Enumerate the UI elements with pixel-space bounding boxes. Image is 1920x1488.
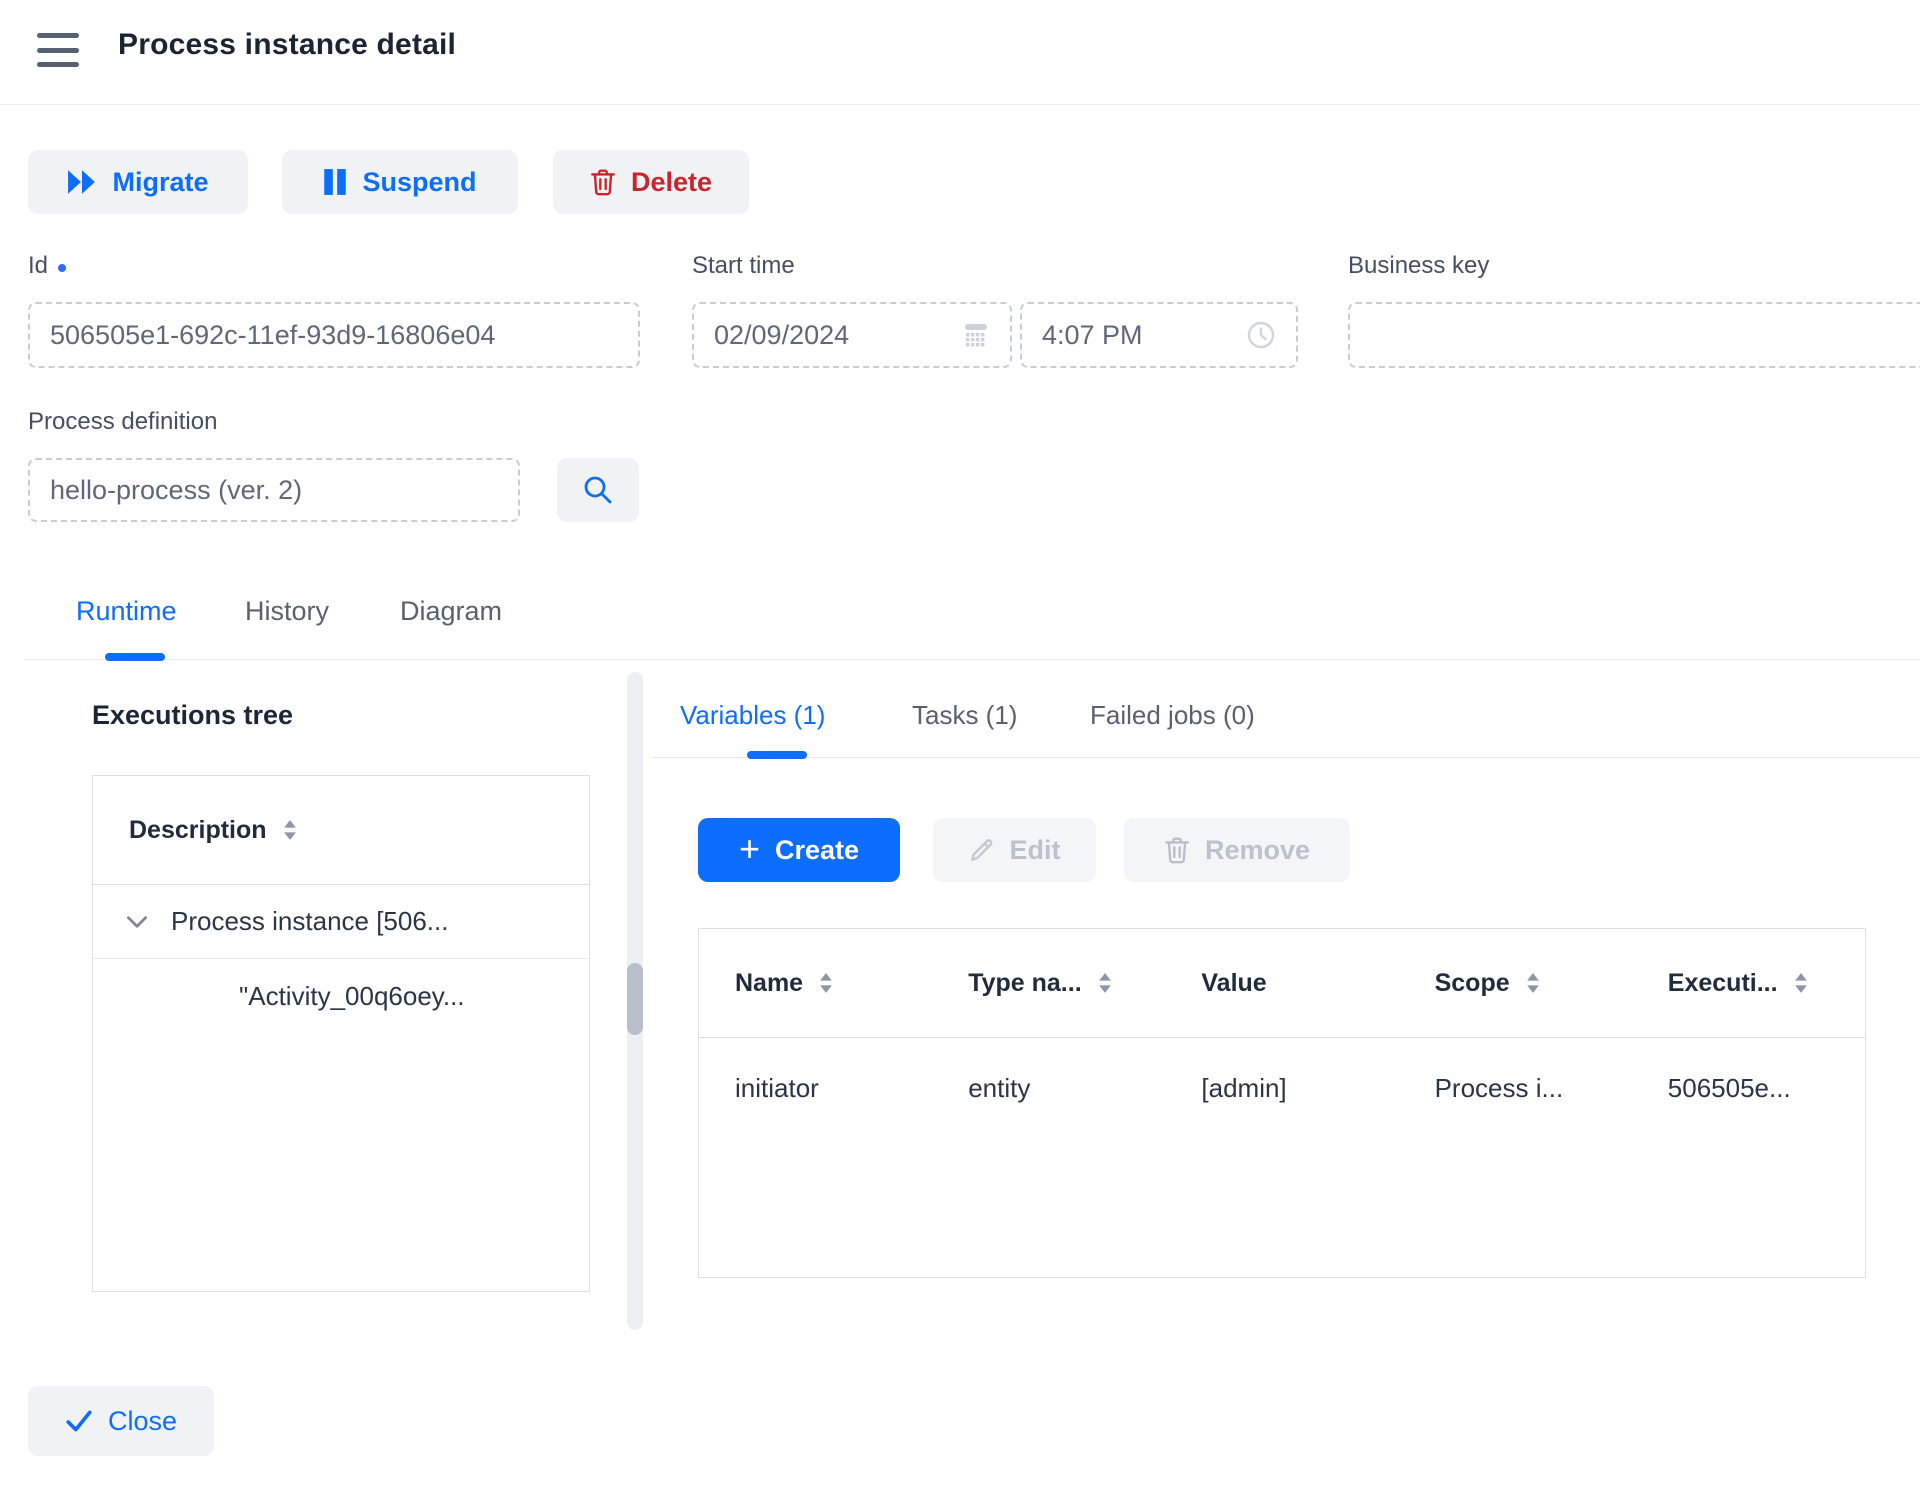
create-label: Create [775,835,859,866]
menu-icon[interactable] [37,33,79,67]
id-label: Id [28,252,66,280]
process-definition-value: hello-process (ver. 2) [50,475,302,506]
scrollbar-thumb[interactable] [627,963,643,1035]
column-value[interactable]: Value [1165,929,1398,1037]
start-time-label: Start time [692,252,795,280]
executions-tree-heading: Executions tree [92,700,293,731]
suspend-button[interactable]: Suspend [282,150,518,214]
description-column-label: Description [129,816,267,845]
process-instance-detail-page: Process instance detail Migrate Suspend … [0,0,1920,1488]
required-dot [58,264,66,272]
edit-variable-button[interactable]: Edit [933,818,1096,882]
tab-tasks[interactable]: Tasks (1) [912,700,1017,731]
active-tab-indicator [105,653,165,661]
pencil-icon [969,837,995,863]
fast-forward-icon [67,169,97,195]
subtabs-divider [652,757,1920,758]
id-value: 506505e1-692c-11ef-93d9-16806e04 [50,320,495,351]
tree-row-activity[interactable]: "Activity_00q6oey... [93,959,589,1033]
create-variable-button[interactable]: + Create [698,818,900,882]
variables-table: Name Type na... Value Scope Executi... i… [698,928,1866,1278]
tab-history[interactable]: History [245,596,329,627]
calendar-icon[interactable] [962,321,990,349]
business-key-label: Business key [1348,252,1489,280]
process-definition-search-button[interactable] [557,458,639,522]
app-header: Process instance detail [0,0,1920,105]
start-date-input[interactable]: 02/09/2024 [692,302,1012,368]
table-row[interactable]: initiator entity [admin] Process i... 50… [699,1038,1865,1138]
business-key-input[interactable] [1348,302,1920,368]
chevron-down-icon[interactable] [123,908,151,936]
tabs-divider [24,659,1920,660]
tree-row-label: Process instance [506... [171,906,448,937]
executions-tree-table: Description Process instance [506... "Ac… [92,775,590,1292]
edit-label: Edit [1010,835,1061,866]
start-time-value: 4:07 PM [1042,320,1143,351]
sort-icon[interactable] [1098,973,1112,993]
cell-type-name: entity [932,1038,1165,1138]
vertical-scrollbar[interactable] [627,672,643,1330]
tab-variables[interactable]: Variables (1) [680,700,825,731]
cell-execution: 506505e... [1632,1038,1865,1138]
cell-value: [admin] [1165,1038,1398,1138]
remove-label: Remove [1205,835,1310,866]
executions-tree-header[interactable]: Description [93,776,589,885]
column-name[interactable]: Name [699,929,932,1037]
page-title: Process instance detail [118,28,456,62]
trash-icon [1164,836,1190,864]
column-scope[interactable]: Scope [1399,929,1632,1037]
close-label: Close [108,1406,177,1437]
delete-button[interactable]: Delete [553,150,749,214]
delete-label: Delete [631,167,712,198]
tab-diagram[interactable]: Diagram [400,596,502,627]
column-execution[interactable]: Executi... [1632,929,1865,1037]
close-button[interactable]: Close [28,1386,214,1456]
tab-failed-jobs[interactable]: Failed jobs (0) [1090,700,1255,731]
tree-row-process-instance[interactable]: Process instance [506... [93,885,589,959]
column-type-name[interactable]: Type na... [932,929,1165,1037]
checkmark-icon [65,1408,93,1434]
sort-icon[interactable] [819,973,833,993]
pause-icon [323,168,347,196]
process-definition-input[interactable]: hello-process (ver. 2) [28,458,520,522]
remove-variable-button[interactable]: Remove [1124,818,1350,882]
tab-runtime[interactable]: Runtime [76,596,177,627]
migrate-label: Migrate [112,167,208,198]
sort-icon[interactable] [1794,973,1808,993]
start-time-input[interactable]: 4:07 PM [1020,302,1298,368]
suspend-label: Suspend [362,167,476,198]
id-input[interactable]: 506505e1-692c-11ef-93d9-16806e04 [28,302,640,368]
clock-icon[interactable] [1246,320,1276,350]
migrate-button[interactable]: Migrate [28,150,248,214]
cell-name: initiator [699,1038,932,1138]
sort-icon[interactable] [283,820,297,840]
search-icon [582,474,614,506]
active-subtab-indicator [747,751,807,759]
process-definition-label: Process definition [28,408,217,436]
trash-icon [590,168,616,196]
variables-table-header: Name Type na... Value Scope Executi... [699,929,1865,1038]
start-date-value: 02/09/2024 [714,320,849,351]
sort-icon[interactable] [1526,973,1540,993]
tree-row-label: "Activity_00q6oey... [239,981,465,1012]
cell-scope: Process i... [1399,1038,1632,1138]
